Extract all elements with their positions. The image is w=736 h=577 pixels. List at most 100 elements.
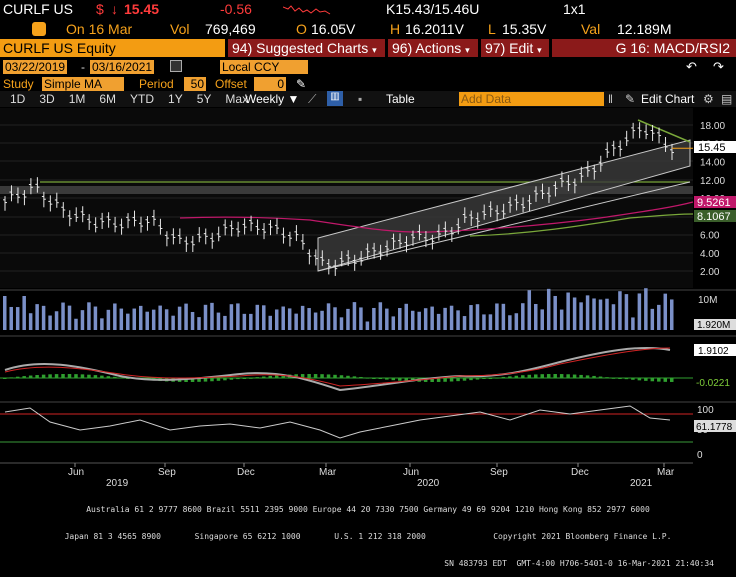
chart-id-field: G 16: MACD/RSI2 xyxy=(552,39,736,57)
volume-bar xyxy=(566,292,570,330)
line-chart-icon[interactable]: ⟋ xyxy=(308,92,316,107)
edit-button[interactable]: 97) Edit ▾ xyxy=(481,39,549,57)
macd-hist-bar xyxy=(80,374,85,378)
range-separator: - xyxy=(81,60,85,74)
redo-icon[interactable]: ↷ xyxy=(713,59,724,75)
volume-bar xyxy=(385,308,389,330)
volume-bar xyxy=(417,311,421,330)
undo-icon[interactable]: ↶ xyxy=(686,59,697,75)
volume-bar xyxy=(48,315,52,330)
volume-last-tag: 1.920M xyxy=(697,320,730,331)
macd-hist-bar xyxy=(670,378,674,382)
tab-3d[interactable]: 3D xyxy=(32,92,61,106)
volume-bar xyxy=(579,302,583,330)
volume-bar xyxy=(242,313,247,330)
bidask: K15.43/15.46U xyxy=(386,1,480,17)
volume-bar xyxy=(262,305,266,330)
pencil-icon[interactable]: ✎ xyxy=(296,77,306,91)
period-input[interactable]: 50 xyxy=(184,76,206,91)
currency-label: Local CCY xyxy=(222,60,280,74)
volume-bar xyxy=(307,308,311,330)
last-price: 15.45 xyxy=(124,1,160,17)
volume-bar xyxy=(216,312,221,330)
volume-bar xyxy=(268,315,273,330)
chart-area: 18.0016.0014.0012.0010.008.006.004.002.0… xyxy=(0,108,736,528)
volume-bar xyxy=(559,309,564,330)
period-label: Period xyxy=(139,76,174,91)
export-icon[interactable]: ▤ xyxy=(721,92,732,106)
tab-1m[interactable]: 1M xyxy=(62,92,93,106)
calendar-icon[interactable] xyxy=(170,60,182,72)
more-icon[interactable]: ▪ xyxy=(358,92,362,106)
volume-bar xyxy=(177,306,182,330)
volume-bar xyxy=(41,305,46,330)
macd-hist-bar xyxy=(534,374,538,378)
rsi-tag: 61.1778 xyxy=(696,422,733,433)
volume-bar xyxy=(119,308,124,330)
volume-bar xyxy=(501,303,506,330)
timeframe-tabs: 1D 3D 1M 6M YTD 1Y 5Y Max xyxy=(3,92,255,106)
study-select[interactable]: Simple MA xyxy=(42,76,124,91)
volume-bar xyxy=(106,309,111,330)
end-date-input[interactable]: 03/16/2021 xyxy=(90,60,155,74)
volume-bar xyxy=(28,313,33,330)
settings-icon[interactable]: ⚙ xyxy=(703,92,714,106)
volume-bar xyxy=(618,291,622,330)
val-label: Val xyxy=(581,21,601,37)
pause-icon[interactable]: ‖ xyxy=(608,92,613,106)
macd-tag-a: 1.9102 xyxy=(698,346,729,357)
actions-button[interactable]: 96) Actions ▾ xyxy=(388,39,478,57)
currency-select[interactable]: Local CCY xyxy=(220,60,308,74)
bar-chart-icon[interactable]: ▥ xyxy=(327,91,343,106)
volume-bar xyxy=(346,308,350,330)
tab-5y[interactable]: 5Y xyxy=(190,92,219,106)
edit-chart-button[interactable]: Edit Chart xyxy=(641,92,694,106)
volume-bar xyxy=(223,315,227,330)
volume-bar xyxy=(93,306,98,330)
brush-icon[interactable]: ✎ xyxy=(625,92,635,106)
macd-hist-bar xyxy=(61,374,65,378)
volume-bar xyxy=(294,313,298,330)
volume-bar xyxy=(249,313,253,330)
quote-bar: CURLF US $ ↓ 15.45 -0.56 K15.43/15.46U 1… xyxy=(0,0,736,18)
macd-tag-b: -0.0221 xyxy=(696,378,730,389)
volume-bar xyxy=(80,310,85,330)
volume-bar xyxy=(171,315,175,330)
chart-id: G 16: MACD/RSI2 xyxy=(615,40,730,56)
macd-hist-bar xyxy=(553,374,557,378)
quote-bar-2: On 16 Mar Vol 769,469 O 16.05V H 16.2011… xyxy=(0,20,736,38)
open: 16.05V xyxy=(311,21,356,37)
tab-1d[interactable]: 1D xyxy=(3,92,32,106)
volume-bar xyxy=(540,309,544,330)
tab-ytd[interactable]: YTD xyxy=(123,92,161,106)
x-axis-label: Mar xyxy=(657,467,675,478)
volume-bar xyxy=(184,303,188,330)
add-data-input[interactable]: Add Data xyxy=(459,92,604,106)
tab-6m[interactable]: 6M xyxy=(92,92,123,106)
volume-bar xyxy=(74,318,78,330)
rsi-axis-100: 100 xyxy=(697,405,714,416)
volume-bar xyxy=(514,313,519,330)
high-label: H xyxy=(390,21,401,37)
volume-bar xyxy=(158,305,162,330)
volume-bar xyxy=(255,304,260,330)
volume-bar xyxy=(657,304,661,330)
volume-bar xyxy=(637,293,642,330)
volume-bar xyxy=(352,302,357,330)
volume-bar xyxy=(430,306,434,330)
volume-bar xyxy=(203,304,208,330)
volume-bar xyxy=(410,310,415,330)
macd-hist-bar xyxy=(320,374,324,378)
start-date-input[interactable]: 03/22/2019 xyxy=(3,60,68,74)
suggested-charts-button[interactable]: 94) Suggested Charts ▾ xyxy=(228,39,385,57)
x-axis-label: Sep xyxy=(158,467,176,478)
volume-bar xyxy=(197,317,201,330)
table-button[interactable]: Table xyxy=(386,92,415,106)
security-field[interactable]: CURLF US Equity xyxy=(0,39,225,57)
volume-bar xyxy=(378,302,383,330)
tab-1y[interactable]: 1Y xyxy=(161,92,190,106)
offset-input[interactable]: 0 xyxy=(254,76,286,91)
volume-bar xyxy=(333,307,337,330)
frequency-select[interactable]: Weekly ▼ xyxy=(245,92,299,106)
x-axis-label: Jun xyxy=(68,467,84,478)
